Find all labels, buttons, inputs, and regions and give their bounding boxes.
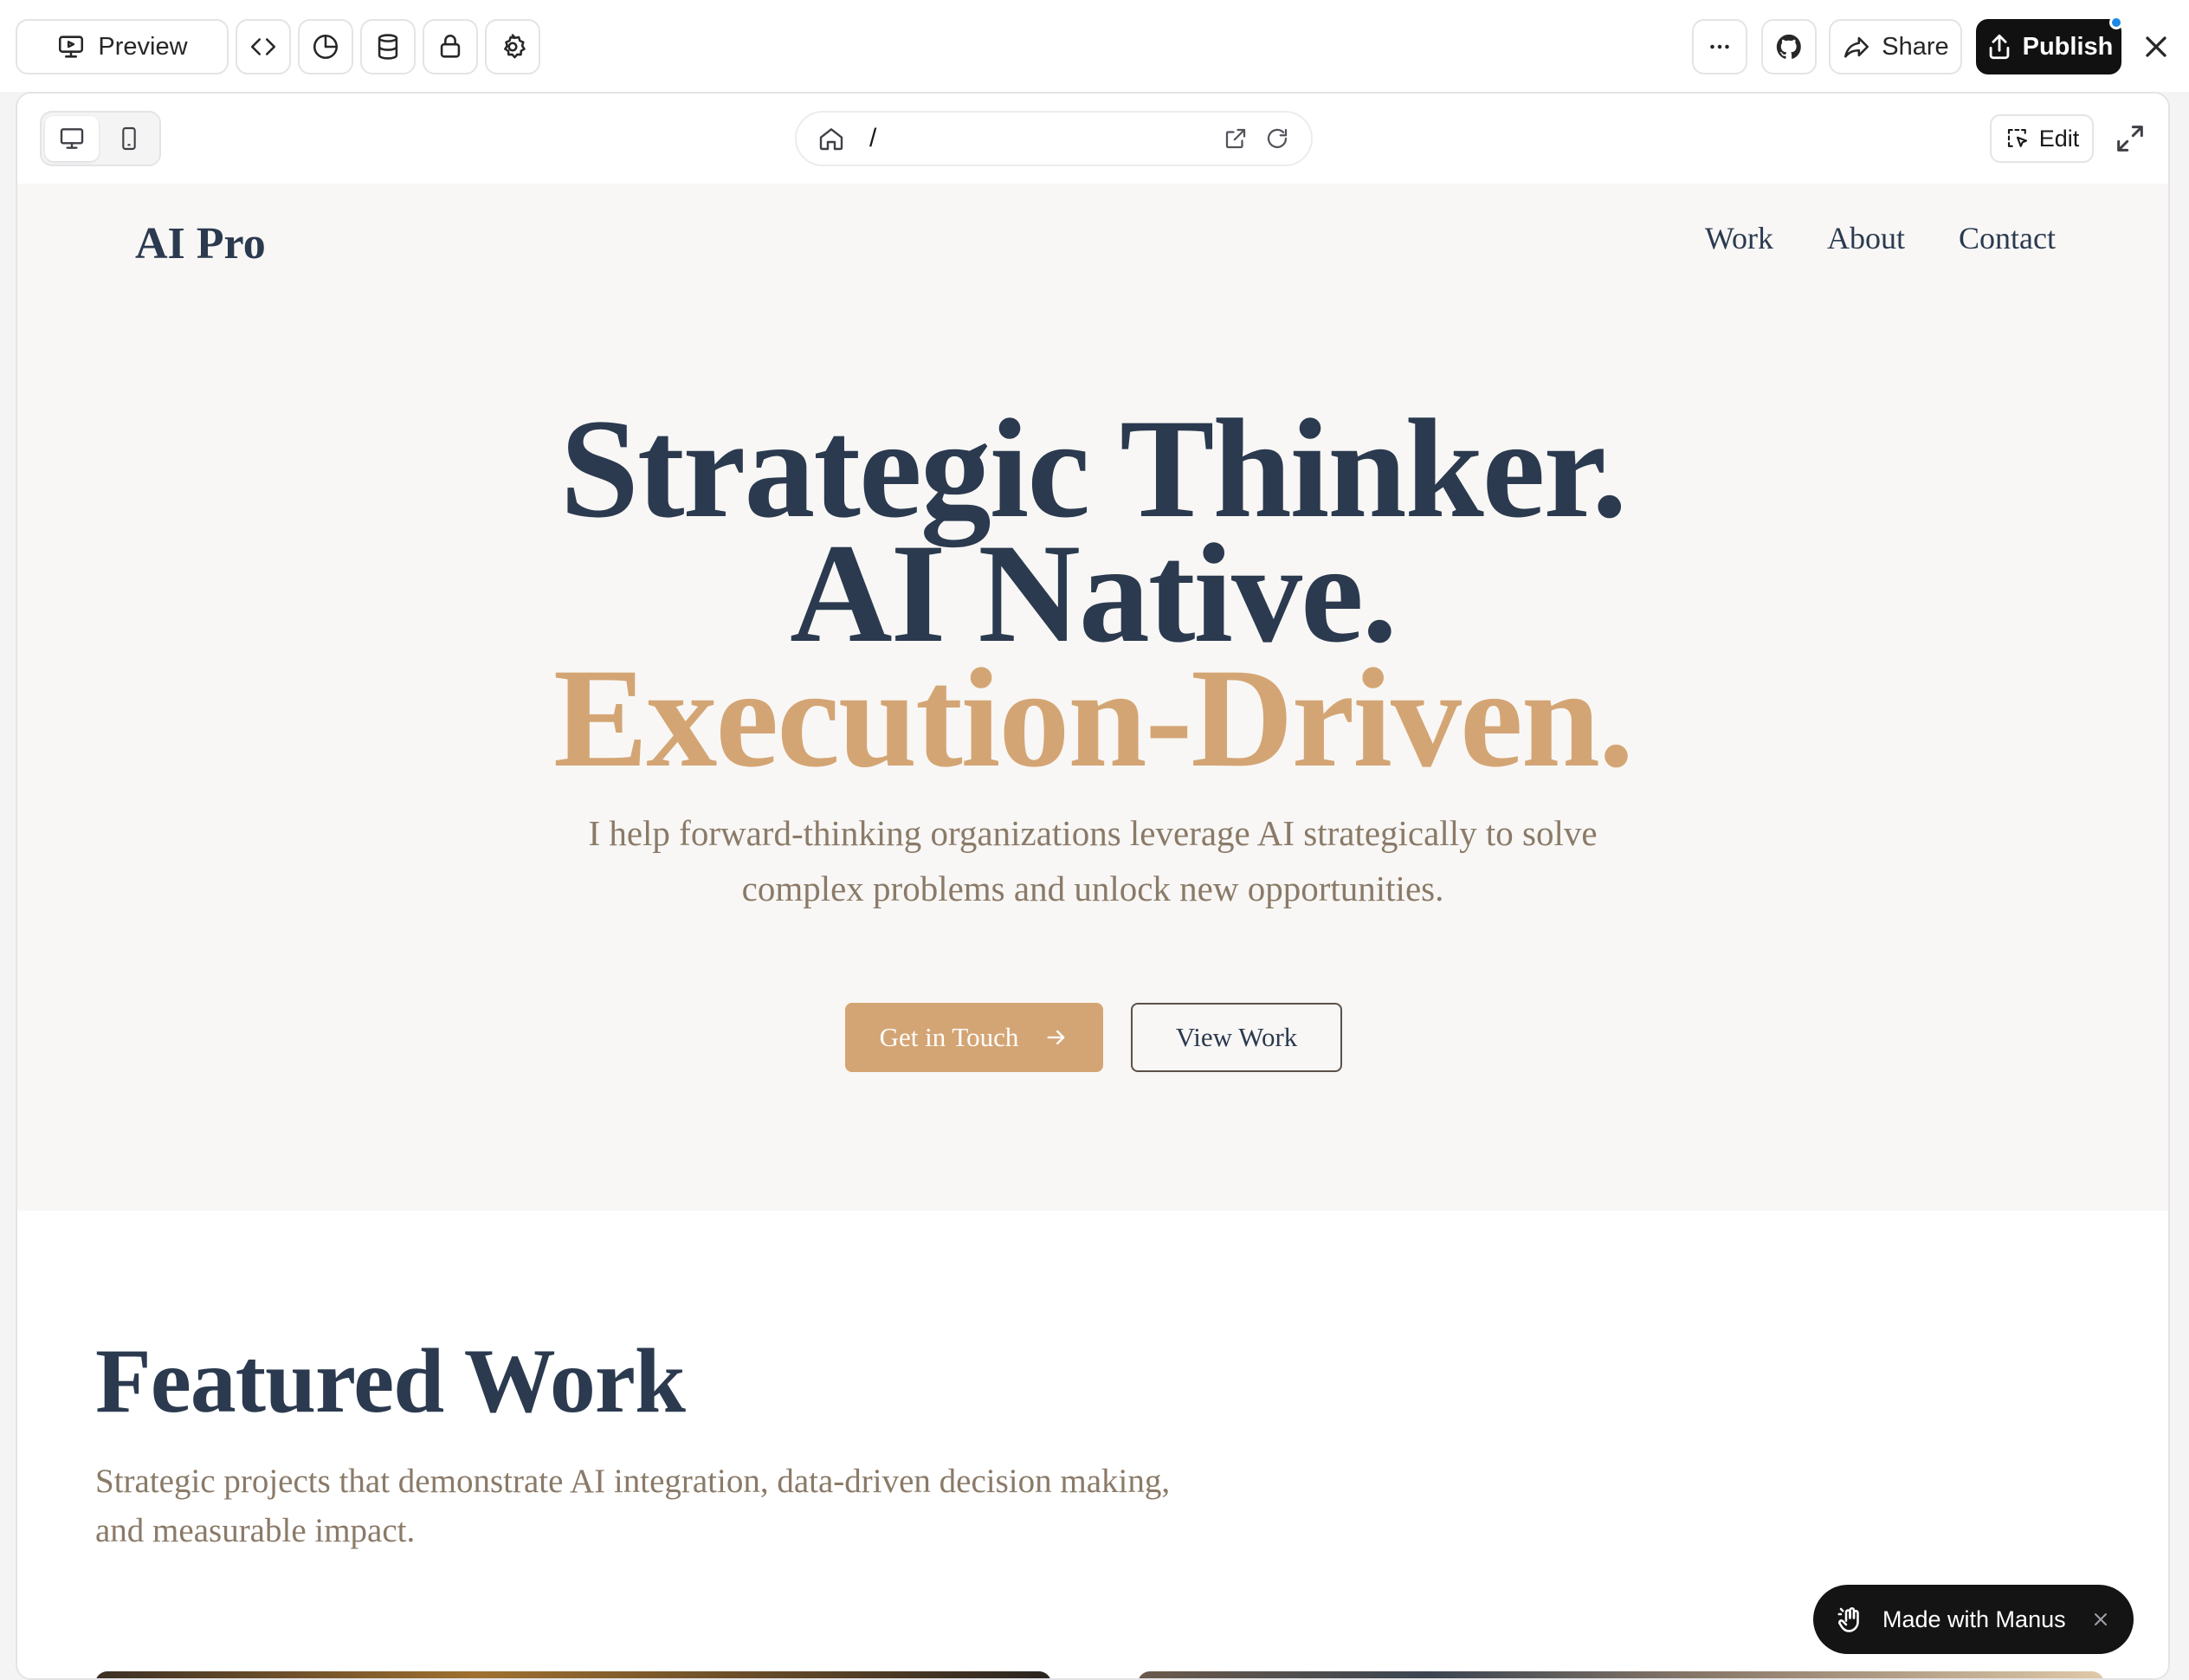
hero-section: AI Pro Work About Contact Strategic Thin… [17,184,2168,1211]
arrow-right-icon [1047,1030,1065,1045]
made-with-manus-label: Made with Manus [1882,1606,2066,1632]
project-card-image[interactable] [1138,1671,2104,1678]
address-bar[interactable]: / [795,111,1313,166]
settings-button[interactable] [485,19,540,74]
desktop-view-button[interactable] [45,116,99,161]
app-toolbar: Preview Share Publish [0,0,2189,92]
preview-browser-bar: / Edit [17,94,2168,184]
hand-wave-icon [1837,1607,1859,1632]
github-icon [1776,34,1801,59]
featured-desc-line-1: Strategic projects that demonstrate AI i… [95,1463,1171,1500]
hero-subtitle: I help forward-thinking organizations le… [17,805,2168,916]
notification-dot [2109,16,2123,29]
preview-label: Preview [98,32,188,61]
view-work-button[interactable]: View Work [1131,1003,1342,1072]
upload-icon [1989,34,2009,60]
more-options-button[interactable] [1692,19,1747,74]
project-card-image[interactable] [95,1671,1051,1678]
github-button[interactable] [1761,19,1817,74]
code-icon [250,38,276,55]
folder-lock-icon [440,35,461,58]
external-link-icon[interactable] [1223,126,1249,152]
storage-button[interactable] [423,19,478,74]
featured-desc-line-2: and measurable impact. [95,1512,416,1549]
website-preview: AI Pro Work About Contact Strategic Thin… [17,184,2168,1678]
database-icon [378,34,398,60]
gear-icon [504,34,526,59]
featured-work-title: Featured Work [95,1330,686,1431]
nav-link-work[interactable]: Work [1705,220,1773,256]
refresh-icon[interactable] [1264,126,1290,152]
publish-button[interactable]: Publish [1976,16,2123,74]
pie-chart-icon [313,34,339,60]
monitor-play-icon [59,36,84,58]
expand-icon[interactable] [2113,121,2147,156]
get-in-touch-button[interactable]: Get in Touch [845,1003,1103,1072]
analytics-button[interactable] [298,19,353,74]
share-arrow-icon [1844,36,1869,58]
desktop-icon [60,128,84,149]
publish-label: Publish [2022,32,2114,61]
subtitle-line-2: complex problems and unlock new opportun… [741,869,1444,908]
made-with-manus-badge[interactable]: Made with Manus [1813,1585,2134,1654]
share-label: Share [1882,32,1949,61]
home-icon[interactable] [817,125,845,152]
device-toggle [40,111,161,166]
edit-label: Edit [2038,125,2080,152]
mobile-view-button[interactable] [102,116,156,161]
preview-frame: / Edit AI Pro Work About Contact Strateg… [16,92,2170,1680]
code-view-button[interactable] [236,19,291,74]
headline-line-3: Execution-Driven. [553,640,1634,797]
close-icon[interactable] [2090,1609,2111,1630]
hero-headline: Strategic Thinker. AI Native. Execution-… [17,391,2168,797]
nav-link-contact[interactable]: Contact [1959,220,2056,256]
featured-work-description: Strategic projects that demonstrate AI i… [95,1457,1308,1555]
headline-line-2: AI Native. [790,515,1398,672]
site-nav: Work About Contact [1705,220,2056,256]
edit-button[interactable]: Edit [1990,114,2094,163]
url-path[interactable]: / [869,124,1207,153]
share-button[interactable]: Share [1829,19,1962,74]
mobile-icon [122,126,136,151]
headline-line-1: Strategic Thinker. [559,391,1628,547]
database-button[interactable] [360,19,416,74]
site-logo[interactable]: AI Pro [135,218,266,269]
nav-link-about[interactable]: About [1827,220,1905,256]
select-cursor-icon [2007,128,2027,147]
more-horizontal-icon [1710,44,1729,49]
get-in-touch-label: Get in Touch [879,1022,1019,1052]
subtitle-line-1: I help forward-thinking organizations le… [588,813,1598,853]
view-work-label: View Work [1175,1022,1298,1052]
close-icon[interactable] [2139,29,2173,64]
preview-button[interactable]: Preview [16,19,229,74]
